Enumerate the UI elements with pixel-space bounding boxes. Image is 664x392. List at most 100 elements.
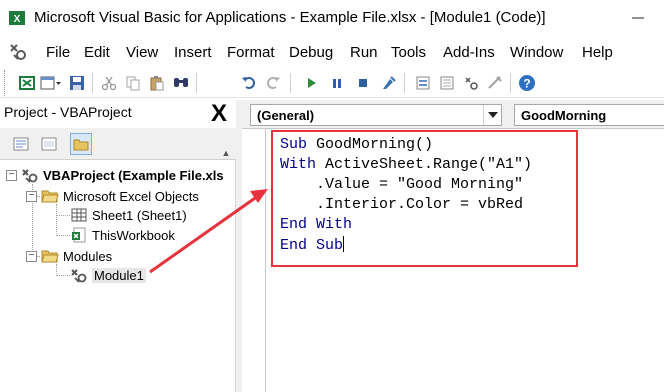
tree-item-thisworkbook[interactable]: ThisWorkbook	[70, 226, 175, 244]
menu-window[interactable]: Window	[510, 44, 563, 61]
menu-run[interactable]: Run	[350, 44, 378, 61]
properties-icon	[440, 76, 454, 90]
worksheet-icon	[71, 208, 87, 222]
svg-text:X: X	[14, 14, 21, 25]
object-browser-icon	[465, 77, 478, 90]
cut-icon	[101, 76, 117, 91]
toolbox-button[interactable]	[484, 72, 506, 94]
toolbar-grip[interactable]	[4, 70, 7, 96]
toolbar-separator	[92, 73, 93, 93]
code-window-icon[interactable]	[8, 42, 28, 62]
project-panel-title: Project - VBAProject	[4, 104, 132, 120]
menu-tools[interactable]: Tools	[391, 44, 426, 61]
workbook-icon	[72, 227, 86, 243]
redo-button[interactable]	[262, 72, 284, 94]
reset-icon	[359, 79, 367, 87]
reset-button[interactable]	[352, 72, 374, 94]
object-combo[interactable]: (General)	[250, 104, 502, 126]
folder-open-icon	[41, 250, 59, 263]
design-mode-icon	[383, 76, 396, 89]
view-object-icon	[41, 137, 57, 151]
tree-item-excel-objects[interactable]: − Microsoft Excel Objects	[26, 187, 199, 205]
tree-item-vbaproject[interactable]: − VBAProject (Example File.xls	[6, 166, 224, 184]
project-toolbar	[0, 128, 236, 160]
tree-label-vbaproject: VBAProject (Example File.xls	[43, 167, 224, 183]
excel-icon	[19, 76, 35, 90]
procedure-combo[interactable]: GoodMorning	[514, 104, 664, 126]
tree-label-sheet1: Sheet1 (Sheet1)	[92, 207, 187, 223]
run-icon	[308, 78, 316, 88]
menu-view[interactable]: View	[126, 44, 158, 61]
code-margin[interactable]	[242, 129, 266, 392]
menu-file[interactable]: File	[46, 44, 70, 61]
project-close-button[interactable]: X	[206, 102, 232, 126]
chevron-down-icon[interactable]	[483, 105, 501, 125]
design-mode-button[interactable]	[378, 72, 400, 94]
run-button[interactable]	[300, 72, 322, 94]
view-excel-button[interactable]	[16, 72, 38, 94]
properties-button[interactable]	[436, 72, 458, 94]
menu-insert[interactable]: Insert	[174, 44, 212, 61]
vbaproject-icon	[22, 169, 38, 183]
cut-button[interactable]	[98, 72, 120, 94]
svg-text:?: ?	[523, 77, 530, 91]
project-explorer-button[interactable]	[412, 72, 434, 94]
save-icon	[70, 76, 84, 90]
tree-label-modules: Modules	[63, 248, 113, 264]
undo-button[interactable]	[238, 72, 260, 94]
redo-icon	[267, 77, 280, 89]
folder-icon	[73, 139, 89, 151]
tree-label-excel-objects: Microsoft Excel Objects	[63, 188, 199, 204]
minimize-button[interactable]	[618, 4, 658, 32]
folder-open-icon	[41, 190, 59, 203]
object-browser-button[interactable]	[460, 72, 482, 94]
copy-icon	[126, 76, 140, 91]
tree-item-sheet1[interactable]: Sheet1 (Sheet1)	[70, 206, 187, 224]
tree-connector	[56, 204, 57, 236]
paste-icon	[150, 76, 164, 91]
insert-module-icon	[40, 76, 61, 90]
toolbar-separator	[196, 73, 197, 93]
procedure-combo-value: GoodMorning	[521, 108, 607, 123]
scroll-up-icon[interactable]: ▲	[219, 146, 233, 160]
menu-edit[interactable]: Edit	[84, 44, 110, 61]
insert-module-button[interactable]	[40, 72, 62, 94]
break-icon	[333, 79, 341, 88]
copy-button[interactable]	[122, 72, 144, 94]
collapse-icon[interactable]: −	[26, 250, 37, 262]
break-button[interactable]	[326, 72, 348, 94]
tree-label-thisworkbook: ThisWorkbook	[92, 227, 175, 243]
help-button[interactable]: ?	[516, 72, 538, 94]
menu-add-ins[interactable]: Add-Ins	[443, 44, 495, 61]
minimize-icon	[632, 17, 644, 19]
menu-format[interactable]: Format	[227, 44, 275, 61]
toolbox-icon	[488, 76, 502, 89]
view-code-button[interactable]	[10, 133, 32, 155]
undo-icon	[242, 77, 255, 89]
help-icon: ?	[519, 75, 535, 91]
tree-item-modules[interactable]: − Modules	[26, 247, 112, 265]
menu-debug[interactable]: Debug	[289, 44, 333, 61]
view-code-icon	[13, 137, 29, 151]
tree-label-module1: Module1	[92, 267, 146, 283]
project-explorer-icon	[416, 76, 430, 90]
tree-connector	[56, 275, 70, 276]
code-highlight-box	[271, 130, 578, 267]
save-button[interactable]	[66, 72, 88, 94]
object-combo-value: (General)	[257, 108, 315, 123]
toolbar-separator	[290, 73, 291, 93]
find-button[interactable]	[170, 72, 192, 94]
toggle-folders-button[interactable]	[70, 133, 92, 155]
module-icon	[71, 269, 87, 283]
collapse-icon[interactable]: −	[26, 190, 37, 202]
view-object-button[interactable]	[38, 133, 60, 155]
menu-help[interactable]: Help	[582, 44, 613, 61]
toolbar-separator	[404, 73, 405, 93]
tree-item-module1[interactable]: Module1	[70, 266, 146, 284]
tree-connector	[56, 215, 70, 216]
collapse-icon[interactable]: −	[6, 169, 17, 181]
toolbar-separator	[510, 73, 511, 93]
vba-app-icon: X	[9, 11, 25, 25]
window-title: Microsoft Visual Basic for Applications …	[34, 9, 546, 26]
paste-button[interactable]	[146, 72, 168, 94]
